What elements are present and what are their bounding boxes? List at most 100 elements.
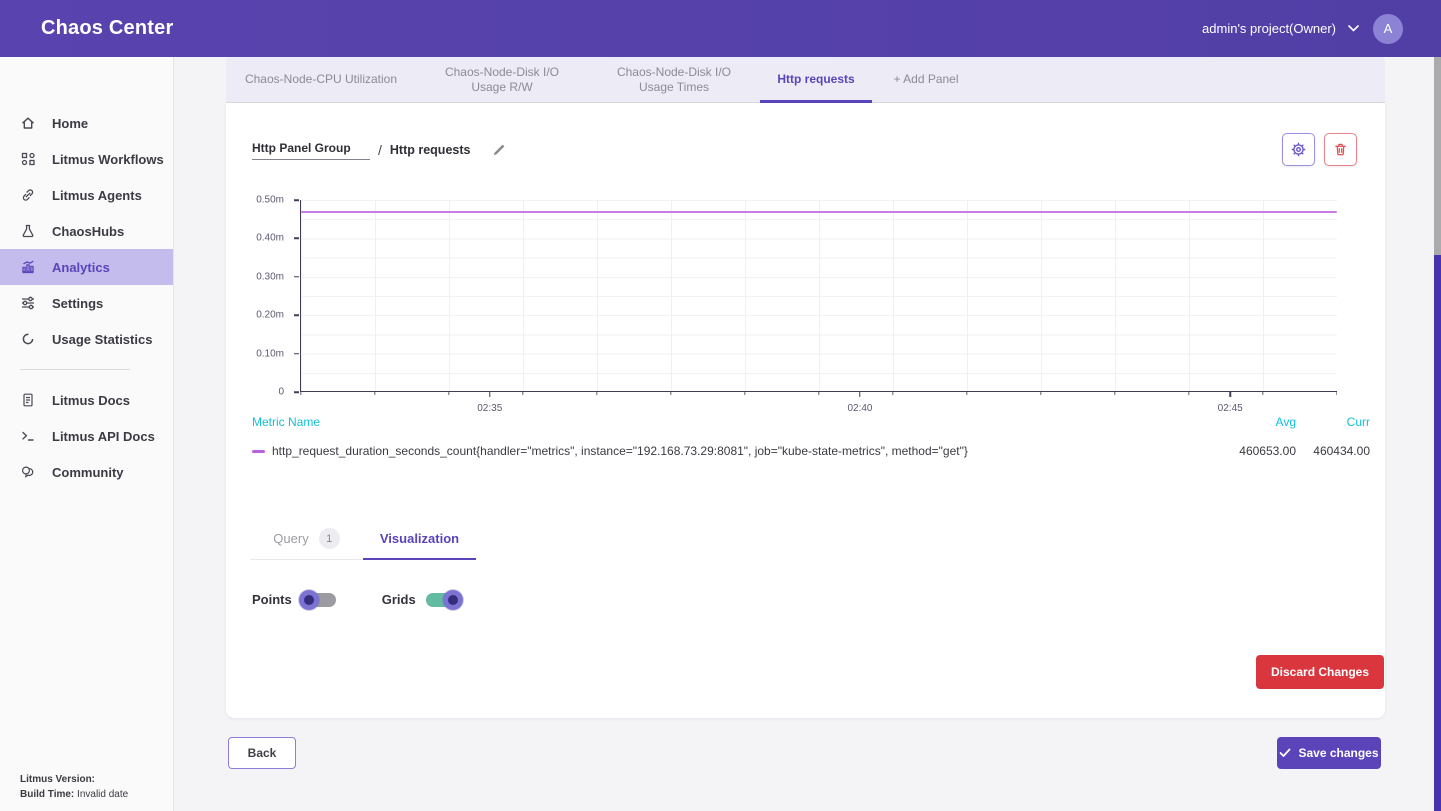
build-time-value: Invalid date [74,789,128,800]
sidebar-item-label: Litmus Workflows [52,152,164,167]
sidebar-item-community[interactable]: Community [0,454,173,490]
x-tick-label: 02:40 [847,403,872,414]
grids-toggle-group: Grids [382,592,460,607]
tab-chaos-node-disk-io-usage-rw[interactable]: Chaos-Node-Disk I/O Usage R/W [416,57,588,102]
litmus-version-label: Litmus Version: [20,774,95,785]
metric-name: http_request_duration_seconds_count{hand… [272,444,968,458]
home-icon [20,115,36,131]
document-icon [20,392,36,408]
project-label: admin's project(Owner) [1202,21,1336,36]
metric-chart: 0.50m0.40m0.30m0.20m0.10m0 02:3502:4002:… [226,193,1385,423]
tab-http-requests[interactable]: Http requests [760,57,872,102]
tab-query[interactable]: Query 1 [250,518,363,559]
y-tick-label: 0.30m [256,271,284,282]
panel-editor-card: / Http requests 0.50m0.40m0.30m [226,103,1385,718]
tab-chaos-node-cpu-utilization[interactable]: Chaos-Node-CPU Utilization [226,57,416,102]
tab-chaos-node-disk-io-usage-times[interactable]: Chaos-Node-Disk I/O Usage Times [588,57,760,102]
query-tab-label: Query [273,531,308,546]
y-tick-mark [294,391,299,393]
top-bar: Chaos Center admin's project(Owner) A [0,0,1441,57]
sidebar-item-analytics[interactable]: Analytics [0,249,173,285]
visualization-options: Points Grids [252,592,460,607]
grids-toggle[interactable] [426,593,460,607]
series-line [301,211,1337,213]
check-icon [1279,748,1291,758]
editor-tabs: Query 1 Visualization [250,518,476,560]
save-button-label: Save changes [1298,746,1378,760]
scrollbar-track[interactable] [1434,57,1441,811]
legend-header: Metric Name Avg Curr [226,415,1385,431]
x-tick-mark [1229,392,1231,397]
sidebar-item-litmus-api-docs[interactable]: Litmus API Docs [0,418,173,454]
points-toggle-group: Points [252,592,336,607]
sidebar-item-label: Home [52,116,88,131]
project-dropdown[interactable]: admin's project(Owner) [1202,21,1359,36]
legend-title: Metric Name [252,415,320,429]
build-time-label: Build Time: [20,789,74,800]
legend-row[interactable]: http_request_duration_seconds_count{hand… [226,442,1385,462]
points-label: Points [252,592,292,607]
sidebar-item-usage-statistics[interactable]: Usage Statistics [0,321,173,357]
tab-visualization[interactable]: Visualization [363,518,476,559]
workflows-icon [20,151,36,167]
sidebar-item-litmus-workflows[interactable]: Litmus Workflows [0,141,173,177]
points-toggle[interactable] [302,593,336,607]
sidebar-item-label: Analytics [52,260,110,275]
sidebar-item-litmus-agents[interactable]: Litmus Agents [0,177,173,213]
analytics-icon [20,259,36,275]
top-bar-right: admin's project(Owner) A [1202,0,1403,57]
delete-panel-button[interactable] [1324,133,1357,166]
sidebar-item-label: Settings [52,296,103,311]
avatar[interactable]: A [1373,14,1403,44]
y-tick-label: 0 [278,387,284,398]
edit-panel-name-button[interactable] [492,143,506,157]
sidebar-item-litmus-docs[interactable]: Litmus Docs [0,382,173,418]
sidebar-item-home[interactable]: Home [0,105,173,141]
tab-add-panel[interactable]: + Add Panel [872,57,980,102]
toggle-knob [443,590,463,610]
sidebar-item-chaoshubs[interactable]: ChaosHubs [0,213,173,249]
app-title: Chaos Center [41,17,173,40]
sidebar-item-label: Community [52,465,124,480]
sidebar-item-settings[interactable]: Settings [0,285,173,321]
sidebar: Home Litmus Workflows Litmus Agents Chao… [0,57,174,811]
panel-group-name-input[interactable] [252,139,370,160]
gear-icon [1290,141,1307,158]
y-tick-label: 0.10m [256,348,284,359]
chart-plot-area [300,200,1337,392]
save-changes-button[interactable]: Save changes [1277,737,1381,769]
usage-statistics-icon [20,331,36,347]
panel-name: Http requests [390,143,471,157]
y-tick-mark [294,199,299,201]
legend-avg-header: Avg [1222,415,1296,429]
sidebar-footer: Litmus Version: Build Time: Invalid date [20,772,128,802]
x-tick-label: 02:45 [1218,403,1243,414]
query-count-badge: 1 [319,528,340,549]
metric-curr-value: 460434.00 [1296,444,1370,458]
panel-settings-button[interactable] [1282,133,1315,166]
y-tick-label: 0.50m [256,195,284,206]
series-color-swatch [252,450,265,453]
metric-avg-value: 460653.00 [1222,444,1296,458]
back-button[interactable]: Back [228,737,296,769]
sidebar-divider [20,369,130,370]
legend-rows: http_request_duration_seconds_count{hand… [226,442,1385,462]
y-tick-mark [294,353,299,355]
sliders-icon [20,295,36,311]
sidebar-nav: Home Litmus Workflows Litmus Agents Chao… [0,57,173,490]
chaos-center-app: Chaos Center admin's project(Owner) A Ho… [0,0,1441,811]
x-tick-mark [489,392,491,397]
panel-tab-strip: Chaos-Node-CPU Utilization Chaos-Node-Di… [226,57,1385,103]
sidebar-item-label: Usage Statistics [52,332,152,347]
y-tick-mark [294,238,299,240]
y-axis-labels: 0.50m0.40m0.30m0.20m0.10m0 [226,200,292,392]
active-tab-indicator [363,558,476,560]
toggle-knob [299,590,319,610]
link-icon [20,187,36,203]
y-tick-mark [294,314,299,316]
discard-changes-button[interactable]: Discard Changes [1256,655,1384,689]
sidebar-item-label: Litmus API Docs [52,429,155,444]
y-tick-label: 0.20m [256,310,284,321]
scrollbar-thumb[interactable] [1434,255,1441,811]
trash-icon [1333,142,1348,157]
